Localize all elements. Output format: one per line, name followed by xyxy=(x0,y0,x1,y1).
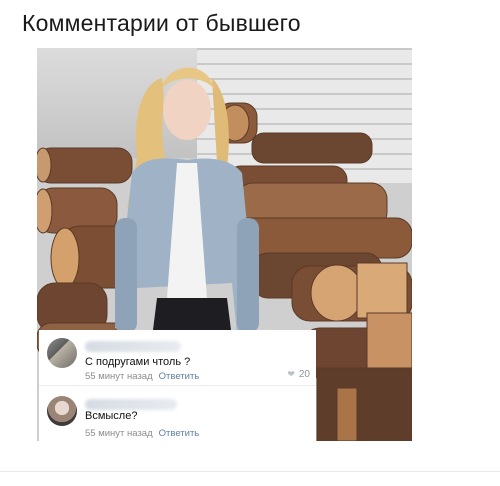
author-name-blurred[interactable] xyxy=(85,399,177,410)
comment-meta: 55 минут назад Ответить xyxy=(85,371,199,382)
comment-item: С подругами чтоль ? 55 минут назад Ответи… xyxy=(39,330,316,386)
divider xyxy=(0,471,500,472)
reply-link[interactable]: Ответить xyxy=(159,371,200,382)
comment-text: Всмысле? xyxy=(85,410,138,422)
avatar[interactable] xyxy=(47,338,77,368)
like-button[interactable]: ❤ 20 xyxy=(287,369,310,380)
author-name-blurred[interactable] xyxy=(85,341,181,352)
comment-text: С подругами чтоль ? xyxy=(85,356,191,368)
comment-meta: 55 минут назад Ответить xyxy=(85,428,199,439)
comment-time: 55 минут назад xyxy=(85,428,153,439)
heart-icon: ❤ xyxy=(287,369,295,379)
comment-item: Всмысле? 55 минут назад Ответить xyxy=(39,388,316,442)
avatar[interactable] xyxy=(47,396,77,426)
comment-time: 55 минут назад xyxy=(85,371,153,382)
like-count: 20 xyxy=(298,369,310,380)
divider xyxy=(39,385,316,386)
page-title: Комментарии от бывшего xyxy=(22,10,301,36)
reply-link[interactable]: Ответить xyxy=(159,428,200,439)
comments-panel: С подругами чтоль ? 55 минут назад Ответи… xyxy=(39,330,316,442)
